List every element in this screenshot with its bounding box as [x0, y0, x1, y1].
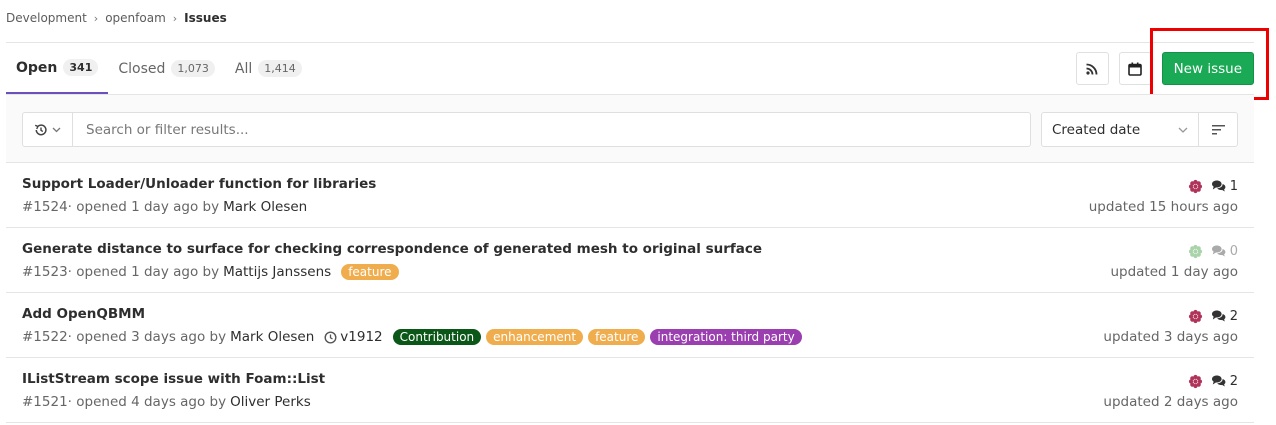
issue-author-link[interactable]: Mark Olesen [223, 199, 307, 215]
issue-label[interactable]: feature [341, 264, 399, 280]
comments-count[interactable]: 2 [1211, 374, 1238, 389]
issue-right-info: 2 updated 2 days ago [1103, 374, 1238, 411]
issue-author-link[interactable]: Oliver Perks [230, 394, 311, 410]
issue-right-info: 0 updated 1 day ago [1110, 244, 1238, 281]
sort-label: Created date [1052, 121, 1141, 138]
issue-reference: #1523 [22, 264, 68, 280]
tab-count-badge: 341 [63, 59, 99, 76]
tab-open[interactable]: Open 341 [6, 43, 109, 94]
issue-author-link[interactable]: Mark Olesen [230, 329, 314, 345]
issue-meta: #1521 · opened 4 days ago by Oliver Perks [22, 394, 311, 410]
issue-opened-text: · opened 1 day ago by [67, 199, 220, 215]
assignee-avatar-icon[interactable] [1188, 374, 1203, 389]
rss-icon [1086, 63, 1098, 75]
issue-updated-time: updated 2 days ago [1103, 394, 1238, 410]
comments-number: 0 [1229, 243, 1238, 259]
tab-closed[interactable]: Closed 1,073 [108, 43, 225, 94]
tab-count-badge: 1,414 [258, 60, 302, 77]
history-icon [34, 123, 47, 135]
issue-reference: #1521 [22, 394, 68, 410]
comments-number: 1 [1229, 178, 1238, 194]
comments-number: 2 [1229, 373, 1238, 389]
issue-state-tabs: Open 341 Closed 1,073 All 1,414 [6, 43, 312, 94]
sort-direction-button[interactable] [1198, 112, 1238, 147]
comments-count[interactable]: 0 [1211, 244, 1238, 259]
tab-label: Closed [118, 60, 166, 77]
issue-meta: #1522 · opened 3 days ago by Mark Olesen v… [22, 329, 802, 345]
issue-stats: 2 [1103, 309, 1238, 324]
issue-updated-time: updated 3 days ago [1103, 329, 1238, 345]
issue-opened-text: · opened 3 days ago by [67, 329, 227, 345]
issue-reference: #1524 [22, 199, 68, 215]
breadcrumb: Development › openfoam › Issues [6, 11, 227, 25]
milestone-clock-icon [324, 330, 337, 344]
issue-row: IListStream scope issue with Foam::List#… [6, 358, 1254, 423]
tab-all[interactable]: All 1,414 [225, 43, 312, 94]
comments-count[interactable]: 1 [1211, 179, 1238, 194]
tab-label: Open [16, 59, 58, 76]
issue-row: Add OpenQBMM #1522 · opened 3 days ago by… [6, 293, 1254, 358]
issue-opened-text: · opened 1 day ago by [67, 264, 220, 280]
filter-bar: Created date [6, 94, 1254, 163]
assignee-avatar-icon[interactable] [1188, 244, 1203, 259]
chevron-right-icon: › [93, 11, 99, 25]
issue-updated-time: updated 1 day ago [1110, 264, 1238, 280]
comments-icon [1211, 245, 1226, 257]
issue-stats: 0 [1110, 244, 1238, 259]
search-input[interactable] [73, 121, 973, 138]
sort-lines-icon [1211, 125, 1225, 135]
comments-icon [1211, 180, 1226, 192]
rss-button[interactable] [1075, 52, 1109, 85]
breadcrumb-current[interactable]: Issues [184, 11, 227, 25]
issue-row: Generate distance to surface for checkin… [6, 228, 1254, 293]
breadcrumb-project-link[interactable]: openfoam [105, 11, 166, 25]
calendar-button[interactable] [1118, 52, 1152, 85]
issue-right-info: 2 updated 3 days ago [1103, 309, 1238, 346]
chevron-right-icon: › [172, 11, 178, 25]
comments-icon [1211, 310, 1226, 322]
search-box [22, 112, 1031, 147]
issue-label[interactable]: Contribution [392, 329, 482, 345]
issue-title-link[interactable]: Add OpenQBMM [22, 306, 145, 322]
issue-title-link[interactable]: Generate distance to surface for checkin… [22, 241, 762, 257]
highlight-box [1150, 28, 1269, 100]
issue-meta: #1524 · opened 1 day ago by Mark Olesen [22, 199, 307, 215]
assignee-avatar-icon[interactable] [1188, 309, 1203, 324]
issue-right-info: 1 updated 15 hours ago [1088, 179, 1238, 216]
chevron-down-icon [1178, 127, 1188, 133]
calendar-icon [1128, 62, 1142, 76]
comments-count[interactable]: 2 [1211, 309, 1238, 324]
issue-label[interactable]: feature [588, 329, 646, 345]
issue-title-link[interactable]: Support Loader/Unloader function for lib… [22, 176, 376, 192]
issue-label[interactable]: integration: third party [650, 329, 802, 345]
issue-opened-text: · opened 4 days ago by [67, 394, 227, 410]
milestone-label: v1912 [340, 329, 383, 345]
issue-meta: #1523 · opened 1 day ago by Mattijs Janss… [22, 264, 399, 280]
issue-list: Support Loader/Unloader function for lib… [6, 163, 1254, 423]
issue-stats: 2 [1103, 374, 1238, 389]
breadcrumb-group-link[interactable]: Development [6, 11, 87, 25]
issue-reference: #1522 [22, 329, 68, 345]
comments-icon [1211, 375, 1226, 387]
assignee-avatar-icon[interactable] [1188, 179, 1203, 194]
recent-searches-dropdown[interactable] [23, 113, 73, 146]
issue-stats: 1 [1089, 179, 1238, 194]
issue-author-link[interactable]: Mattijs Janssens [223, 264, 331, 280]
issue-milestone[interactable]: v1912 [324, 329, 383, 345]
issue-label[interactable]: enhancement [486, 329, 584, 345]
sort-dropdown[interactable]: Created date [1041, 112, 1199, 147]
issue-row: Support Loader/Unloader function for lib… [6, 163, 1254, 228]
issue-updated-time: updated 15 hours ago [1088, 199, 1238, 215]
issue-title-link[interactable]: IListStream scope issue with Foam::List [22, 371, 325, 387]
chevron-down-icon [52, 127, 61, 132]
tab-label: All [234, 60, 253, 77]
tab-count-badge: 1,073 [171, 60, 215, 77]
comments-number: 2 [1229, 308, 1238, 324]
